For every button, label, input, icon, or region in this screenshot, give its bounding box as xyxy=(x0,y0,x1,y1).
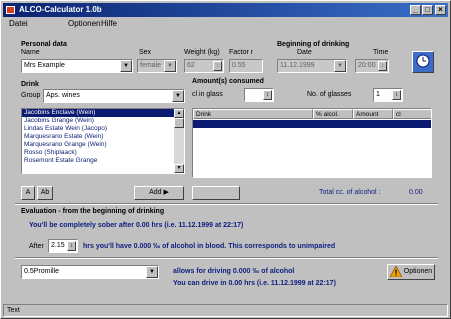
sex-select[interactable]: female ▼ xyxy=(137,59,177,73)
list-item[interactable]: Jacobins Grange (Wein) xyxy=(22,117,184,125)
beginning-heading: Beginning of drinking xyxy=(277,41,350,48)
sex-value: female xyxy=(140,62,162,69)
minimize-button[interactable]: _ xyxy=(410,5,421,15)
column-header[interactable]: Drink xyxy=(193,109,313,119)
scroll-down-icon[interactable]: ▼ xyxy=(174,164,184,173)
weight-field[interactable]: 62 ↕ xyxy=(184,59,224,73)
menu-hilfe[interactable]: Hilfe xyxy=(101,19,117,28)
glass-label: cl in glass xyxy=(192,91,223,98)
name-select[interactable]: Mrs Example ▼ xyxy=(21,59,133,73)
status-text: Text xyxy=(7,307,20,314)
table-row[interactable] xyxy=(193,120,431,128)
divider xyxy=(15,257,438,259)
time-label: Time xyxy=(373,49,389,56)
factor-field[interactable]: 0.55 xyxy=(229,59,263,73)
limit-select[interactable]: 0.5Promille ▼ xyxy=(21,265,159,279)
time-field[interactable]: 20:00 ↕ xyxy=(355,59,389,73)
spin-arrows-icon[interactable]: ↕ xyxy=(392,90,401,100)
list-scrollbar[interactable]: ▲ ▼ xyxy=(174,109,184,173)
glass-field[interactable]: ↕ xyxy=(244,88,274,102)
column-header[interactable]: cl xyxy=(393,109,431,119)
date-label: Date xyxy=(297,49,312,56)
column-header[interactable]: % alcol. xyxy=(313,109,353,119)
consumed-heading: Amount(s) consumed xyxy=(192,78,264,85)
list-item[interactable]: Jacobins Enclave (Wein) xyxy=(22,109,184,117)
chevron-down-icon[interactable]: ▼ xyxy=(164,60,176,72)
maximize-button[interactable]: □ xyxy=(422,5,433,15)
count-value: 1 xyxy=(376,91,380,98)
evaluation-heading: Evaluation - from the beginning of drink… xyxy=(21,208,165,215)
app-icon xyxy=(6,6,15,14)
list-item[interactable]: Rosso (Shiplaack) xyxy=(22,149,184,157)
chevron-down-icon[interactable]: ▼ xyxy=(172,90,184,102)
clock-icon xyxy=(416,54,430,68)
btn-a[interactable]: A xyxy=(21,186,35,200)
remove-button[interactable] xyxy=(192,186,240,200)
allowed-text: allows for driving 0.000 ‰ of alcohol xyxy=(173,268,295,275)
status-bar: Text xyxy=(3,304,448,317)
list-item[interactable]: Marquesrano Grange (Wein) xyxy=(22,141,184,149)
btn-ab[interactable]: Ab xyxy=(37,186,53,200)
close-button[interactable]: × xyxy=(435,5,446,15)
chevron-down-icon[interactable]: ▼ xyxy=(146,266,158,278)
spin-arrows-icon[interactable]: ↕ xyxy=(213,61,222,71)
drive-text: You can drive in 0.00 hrs (i.e. 11.12.19… xyxy=(173,280,336,287)
sober-text: You'll be completely sober after 0.00 hr… xyxy=(29,222,244,229)
after-field[interactable]: 2.15 ↕ xyxy=(48,239,78,253)
spin-arrows-icon[interactable]: ↕ xyxy=(378,61,387,71)
menu-optionen[interactable]: Optionen xyxy=(68,19,100,28)
menu-bar: Datei Optionen Hilfe xyxy=(3,18,448,30)
list-item[interactable]: Lindas Estate Wein (Jacopo) xyxy=(22,125,184,133)
warning-icon xyxy=(389,265,403,277)
chevron-down-icon[interactable]: ▼ xyxy=(120,60,132,72)
spin-arrows-icon[interactable]: ↕ xyxy=(67,241,76,251)
sex-label: Sex xyxy=(139,49,152,56)
count-label: No. of glasses xyxy=(307,91,352,98)
total-label: Total cc. of alcohol : xyxy=(319,189,381,196)
time-value: 20:00 xyxy=(358,62,376,69)
group-label: Group xyxy=(21,92,41,99)
spin-arrows-icon[interactable]: ↕ xyxy=(263,90,272,100)
options-button-label: Optionen xyxy=(403,268,433,275)
date-field[interactable]: 11.12.1999 ▼ xyxy=(277,59,347,73)
after-value: 2.15 xyxy=(51,242,65,249)
add-button[interactable]: Add ▶ xyxy=(134,186,184,200)
options-button[interactable]: Optionen xyxy=(387,264,435,280)
divider xyxy=(15,203,438,205)
main-window: ALCO-Calculator 1.0b _ □ × Datei Optione… xyxy=(0,0,451,319)
column-header[interactable]: Amount xyxy=(353,109,393,119)
list-item[interactable]: Marquesrano Estate (Wein) xyxy=(22,133,184,141)
limit-value: 0.5Promille xyxy=(24,268,60,275)
clock-button[interactable] xyxy=(412,51,434,73)
weight-value: 62 xyxy=(187,62,195,69)
total-value: 0.00 xyxy=(409,189,423,196)
weight-label: Weight (kg) xyxy=(184,49,220,56)
scroll-thumb[interactable] xyxy=(174,118,184,128)
title-bar: ALCO-Calculator 1.0b _ □ × xyxy=(3,3,448,17)
table-header: Drink % alcol. Amount cl xyxy=(193,109,431,119)
name-value: Mrs Example xyxy=(24,62,65,69)
factor-label: Factor r xyxy=(229,49,254,56)
window-title: ALCO-Calculator 1.0b xyxy=(19,5,102,14)
date-value: 11.12.1999 xyxy=(280,62,315,69)
consumed-table[interactable]: Drink % alcol. Amount cl xyxy=(192,108,432,178)
after-text: hrs you'll have 0.000 ‰ of alcohol in bl… xyxy=(83,243,336,250)
name-label: Name xyxy=(21,49,40,56)
after-label: After xyxy=(29,243,44,250)
factor-value: 0.55 xyxy=(232,62,246,69)
count-field[interactable]: 1 ↕ xyxy=(373,88,403,102)
list-item[interactable]: Rosemont Estate Grange xyxy=(22,157,184,165)
group-select[interactable]: Aps. wines ▼ xyxy=(43,89,185,103)
drink-heading: Drink xyxy=(21,81,39,88)
drink-list[interactable]: Jacobins Enclave (Wein) Jacobins Grange … xyxy=(21,108,185,174)
group-value: Aps. wines xyxy=(46,92,80,99)
chevron-down-icon[interactable]: ▼ xyxy=(334,60,346,72)
menu-datei[interactable]: Datei xyxy=(9,19,28,28)
scroll-up-icon[interactable]: ▲ xyxy=(174,109,184,118)
personal-heading: Personal data xyxy=(21,41,67,48)
